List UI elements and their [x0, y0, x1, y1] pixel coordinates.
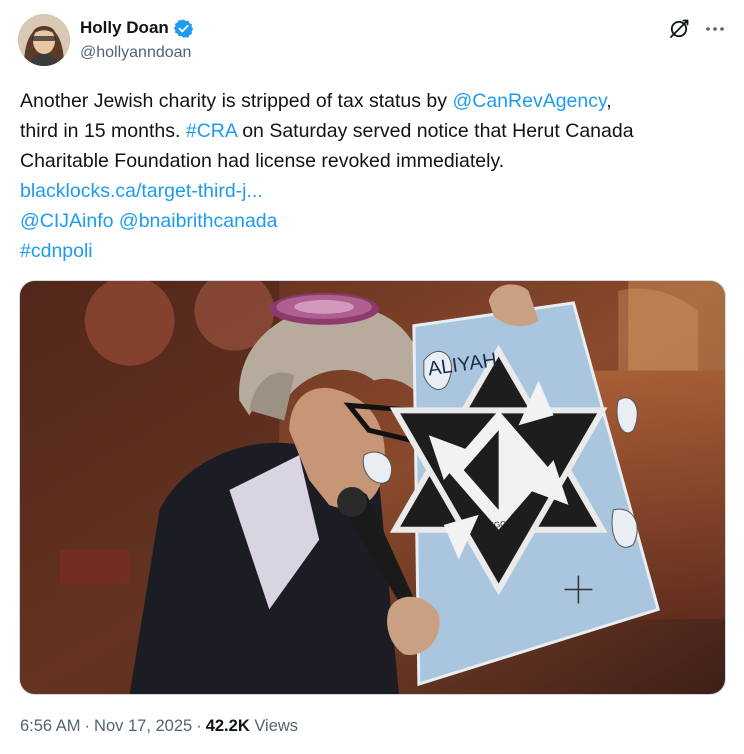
tweet-text-line: blacklocks.ca/target-third-j...: [20, 176, 720, 206]
tweet-text-line: third in 15 months. #CRA on Saturday ser…: [20, 116, 720, 146]
verified-badge-icon: [173, 18, 194, 39]
tweet-date[interactable]: Nov 17, 2025: [94, 717, 192, 735]
tweet-link[interactable]: #CRA: [186, 120, 237, 142]
tweet-text-segment: Charitable Foundation had license revoke…: [20, 150, 505, 172]
tweet-link[interactable]: @CIJAinfo: [20, 210, 114, 232]
tweet-text-segment: Another Jewish charity is stripped of ta…: [20, 90, 453, 112]
views-label: Views: [254, 717, 299, 735]
more-dots-icon[interactable]: [704, 18, 726, 40]
tweet-card: Holly Doan @hollyanndoan Another Jewish …: [0, 0, 744, 754]
tweet-text-line: Charitable Foundation had license revoke…: [20, 146, 720, 176]
meta-separator-2: ·: [196, 717, 202, 735]
tweet-text-segment: third in 15 months.: [20, 120, 186, 142]
tweet-link[interactable]: blacklocks.ca/target-third-j...: [20, 180, 263, 202]
author-block: Holly Doan @hollyanndoan: [80, 16, 194, 62]
tweet-text-line: Another Jewish charity is stripped of ta…: [20, 86, 720, 116]
tweet-text-segment: on Saturday served notice that Herut Can…: [236, 120, 634, 142]
display-name[interactable]: Holly Doan: [80, 18, 169, 38]
tweet-time[interactable]: 6:56 AM: [20, 717, 81, 735]
tweet-text-segment: ,: [606, 90, 612, 112]
tweet-link[interactable]: @CanRevAgency: [452, 90, 606, 112]
tweet-text: Another Jewish charity is stripped of ta…: [20, 86, 720, 266]
handle[interactable]: @hollyanndoan: [80, 44, 194, 62]
tweet-meta: 6:56 AM · Nov 17, 2025 · 42.2K Views: [20, 717, 298, 736]
tweet-photo[interactable]: ALIYAH CATEGORY: [19, 280, 726, 695]
tweet-link[interactable]: @bnaibrithcanada: [119, 210, 278, 232]
tweet-text-line: @CIJAinfo @bnaibrithcanada: [20, 206, 720, 236]
views-count[interactable]: 42.2K: [206, 717, 250, 735]
tweet-text-line: #cdnpoli: [20, 236, 720, 266]
tweet-link[interactable]: #cdnpoli: [20, 240, 93, 262]
grok-icon[interactable]: [668, 18, 690, 40]
meta-separator: ·: [84, 717, 91, 735]
avatar[interactable]: [18, 14, 70, 66]
top-actions: [668, 18, 726, 40]
